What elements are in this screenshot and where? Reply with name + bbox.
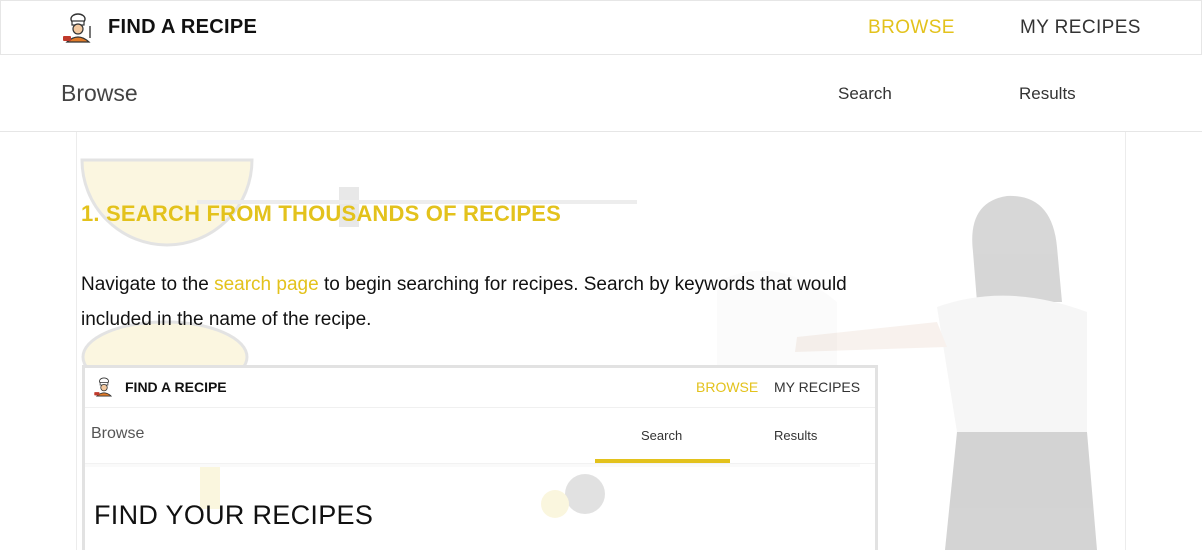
sub-header: Browse Search Results [0,55,1202,132]
top-navbar: FIND A RECIPE BROWSE MY RECIPES [0,0,1202,55]
page-title: Browse [61,80,138,106]
tab-search[interactable]: Search [838,84,892,104]
chef-icon[interactable] [61,12,95,44]
embedded-body: FIND YOUR RECIPES [85,464,875,550]
instruction-paragraph: Navigate to the search page to begin sea… [81,267,881,337]
content-area: 1. SEARCH FROM THOUSANDS OF RECIPES Navi… [76,132,1126,550]
tab-results[interactable]: Results [1019,84,1076,104]
search-page-link[interactable]: search page [214,274,319,295]
nav-browse-link[interactable]: BROWSE [868,17,955,39]
embedded-tab-search: Search [641,428,683,443]
embedded-nav-browse: BROWSE [696,379,759,395]
paragraph-prefix: Navigate to the [81,274,215,295]
embedded-subtitle: Browse [91,425,145,442]
embedded-subheader: Browse Search Results [85,408,875,464]
active-tab-indicator [595,459,730,463]
step-heading: 1. SEARCH FROM THOUSANDS OF RECIPES [81,201,562,226]
embedded-navbar: FIND A RECIPE BROWSE MY RECIPES [85,368,875,408]
chef-icon [94,377,113,397]
nav-my-recipes-link[interactable]: MY RECIPES [1020,17,1141,39]
brand-title[interactable]: FIND A RECIPE [108,16,257,39]
embedded-tab-results: Results [774,428,818,443]
embedded-brand: FIND A RECIPE [125,379,227,395]
embedded-screenshot: FIND A RECIPE BROWSE MY RECIPES Browse S… [82,365,878,550]
embedded-page-title: FIND YOUR RECIPES [94,500,374,530]
embedded-nav-my-recipes: MY RECIPES [774,379,861,395]
